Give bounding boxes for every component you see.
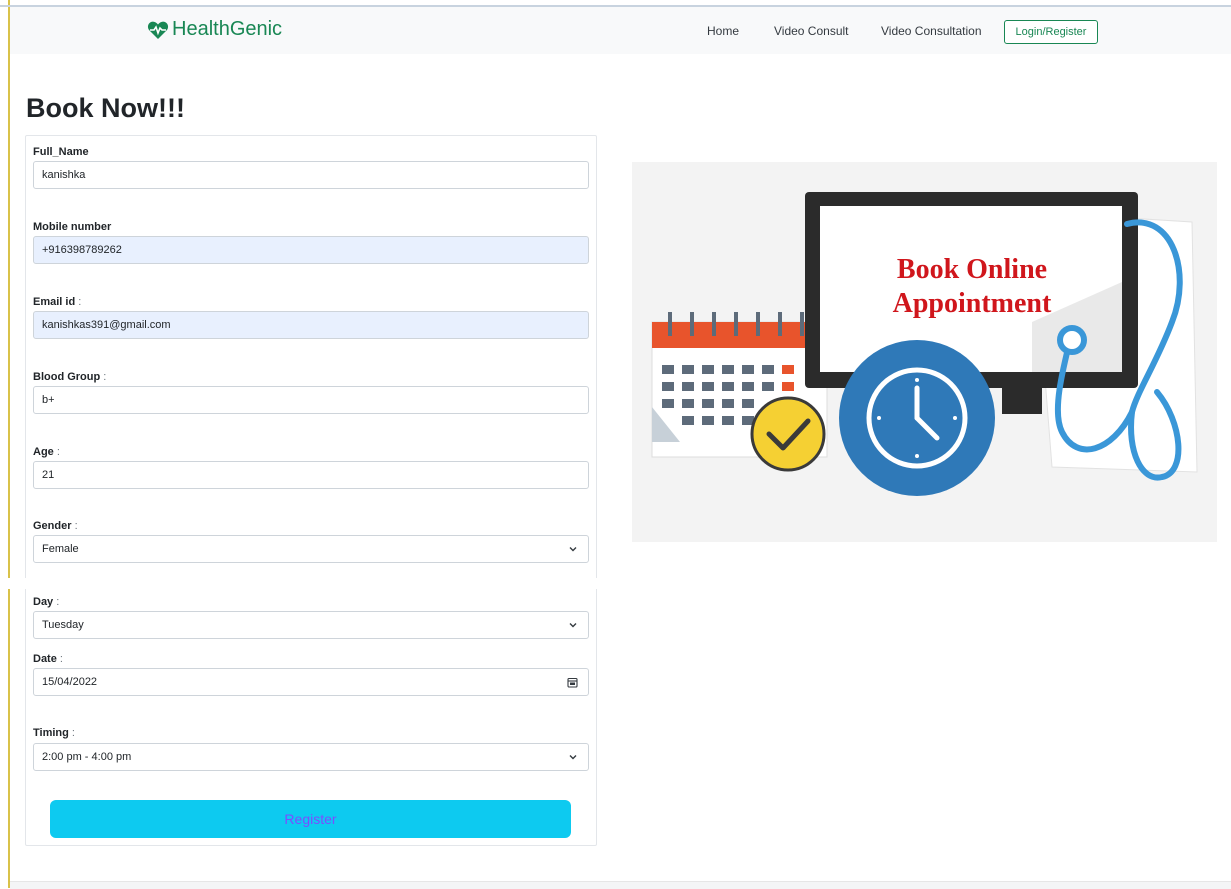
page-left-border (8, 0, 10, 888)
blood-group-label: Blood Group : (33, 371, 107, 383)
mobile-input[interactable]: +916398789262 (33, 236, 589, 264)
navbar: HealthGenic Home Video Consult Video Con… (10, 7, 1231, 54)
timing-label: Timing : (33, 727, 75, 739)
full-name-input[interactable]: kanishka (33, 161, 589, 189)
date-label: Date : (33, 653, 63, 665)
day-select[interactable]: Tuesday (33, 611, 589, 639)
hero-line-1: Book Online (897, 254, 1047, 285)
email-input[interactable]: kanishkas391@gmail.com (33, 311, 589, 339)
timing-value: 2:00 pm - 4:00 pm (42, 751, 132, 763)
date-value: 15/04/2022 (42, 676, 98, 688)
calendar-icon[interactable] (567, 677, 578, 688)
day-value: Tuesday (42, 619, 84, 631)
timing-select[interactable]: 2:00 pm - 4:00 pm (33, 743, 589, 771)
login-register-button[interactable]: Login/Register (1004, 20, 1098, 44)
hero-line-2: Appointment (893, 288, 1052, 319)
gender-select[interactable]: Female (33, 535, 589, 563)
chevron-down-icon (569, 755, 577, 760)
nav-links: Home Video Consult Video Consultation Lo… (10, 7, 1231, 54)
gender-value: Female (42, 543, 79, 555)
book-online-appointment-illustration: Book Online Appointment (632, 162, 1217, 542)
mobile-label: Mobile number (33, 221, 112, 233)
clock-icon (839, 340, 995, 496)
blood-group-input[interactable]: b+ (33, 386, 589, 414)
nav-home[interactable]: Home (707, 24, 739, 38)
age-label: Age : (33, 446, 60, 458)
nav-video-consult[interactable]: Video Consult (774, 24, 849, 38)
chevron-down-icon (569, 623, 577, 628)
checkmark-icon (750, 396, 826, 472)
register-button[interactable]: Register (50, 800, 571, 838)
email-label: Email id : (33, 296, 82, 308)
full-name-label: Full_Name (33, 146, 89, 158)
age-input[interactable]: 21 (33, 461, 589, 489)
gender-label: Gender : (33, 520, 78, 532)
chevron-down-icon (569, 547, 577, 552)
page-title: Book Now!!! (26, 93, 185, 123)
nav-video-consultation[interactable]: Video Consultation (881, 24, 982, 38)
screenshot-seam (0, 578, 620, 589)
day-label: Day : (33, 596, 60, 608)
appointment-illustration-svg: Book Online Appointment (651, 192, 1198, 496)
date-input[interactable]: 15/04/2022 (33, 668, 589, 696)
